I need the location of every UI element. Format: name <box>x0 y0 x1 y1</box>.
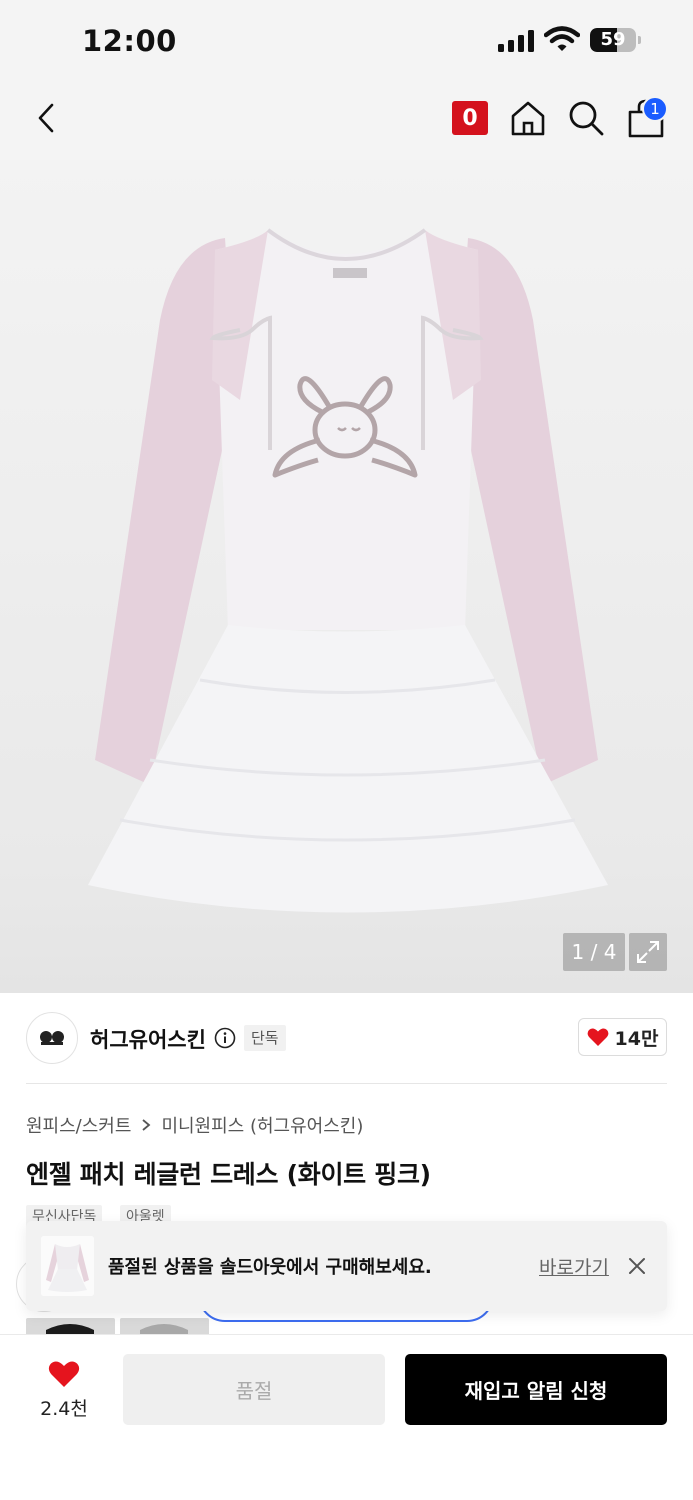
back-button[interactable] <box>28 98 64 138</box>
breadcrumb-category[interactable]: 원피스/스커트 <box>26 1112 131 1138</box>
status-time: 12:00 <box>82 24 177 58</box>
brand-like-count: 14만 <box>614 1027 659 1050</box>
brand-logo-icon <box>40 1031 64 1045</box>
status-bar: 12:00 59 <box>0 0 693 80</box>
wishlist-count: 2.4천 <box>40 1397 88 1420</box>
signal-icon <box>498 30 534 52</box>
toast-product-thumbnail <box>41 1236 94 1296</box>
product-title: 엔젤 패치 레글런 드레스 (화이트 핑크) <box>26 1160 431 1189</box>
restock-alert-button[interactable]: 재입고 알림 신청 <box>405 1354 667 1425</box>
wifi-icon <box>544 26 580 51</box>
heart-icon <box>587 1028 608 1046</box>
expand-icon <box>637 941 659 963</box>
expand-button[interactable] <box>629 933 667 971</box>
brand-like-button[interactable]: 14만 <box>578 1018 667 1056</box>
breadcrumb: 원피스/스커트 미니원피스 (허그유어스킨) <box>26 1112 363 1138</box>
breadcrumb-subcategory[interactable]: 미니원피스 (허그유어스킨) <box>161 1112 363 1138</box>
heart-icon <box>48 1361 80 1387</box>
brand-name[interactable]: 허그유어스킨 <box>90 1024 206 1054</box>
soldout-button: 품절 <box>123 1354 385 1425</box>
chevron-right-icon <box>142 1119 151 1131</box>
info-icon[interactable] <box>214 1027 236 1049</box>
image-counter: 1 / 4 <box>563 933 625 971</box>
wishlist-button[interactable]: 2.4천 <box>24 1352 104 1428</box>
toast-go-link[interactable]: 바로가기 <box>539 1253 609 1280</box>
back-icon <box>38 103 54 133</box>
product-image[interactable] <box>0 160 693 993</box>
toast-message: 품절된 상품을 솔드아웃에서 구매해보세요. <box>108 1257 432 1278</box>
battery-indicator: 59 <box>590 28 642 52</box>
battery-level: 59 <box>600 29 626 50</box>
divider <box>26 1083 667 1084</box>
close-icon[interactable] <box>626 1255 648 1277</box>
soldout-toast: 품절된 상품을 솔드아웃에서 구매해보세요. 바로가기 <box>26 1221 667 1311</box>
counter-badge[interactable]: 0 <box>452 101 488 135</box>
exclusive-badge: 단독 <box>244 1025 286 1051</box>
app-header: 0 <box>0 80 693 160</box>
brand-logo[interactable] <box>26 1012 78 1064</box>
cart-count-badge: 1 <box>642 96 668 122</box>
home-icon[interactable] <box>508 98 548 138</box>
dress-illustration <box>88 228 608 913</box>
search-icon[interactable] <box>566 98 606 138</box>
